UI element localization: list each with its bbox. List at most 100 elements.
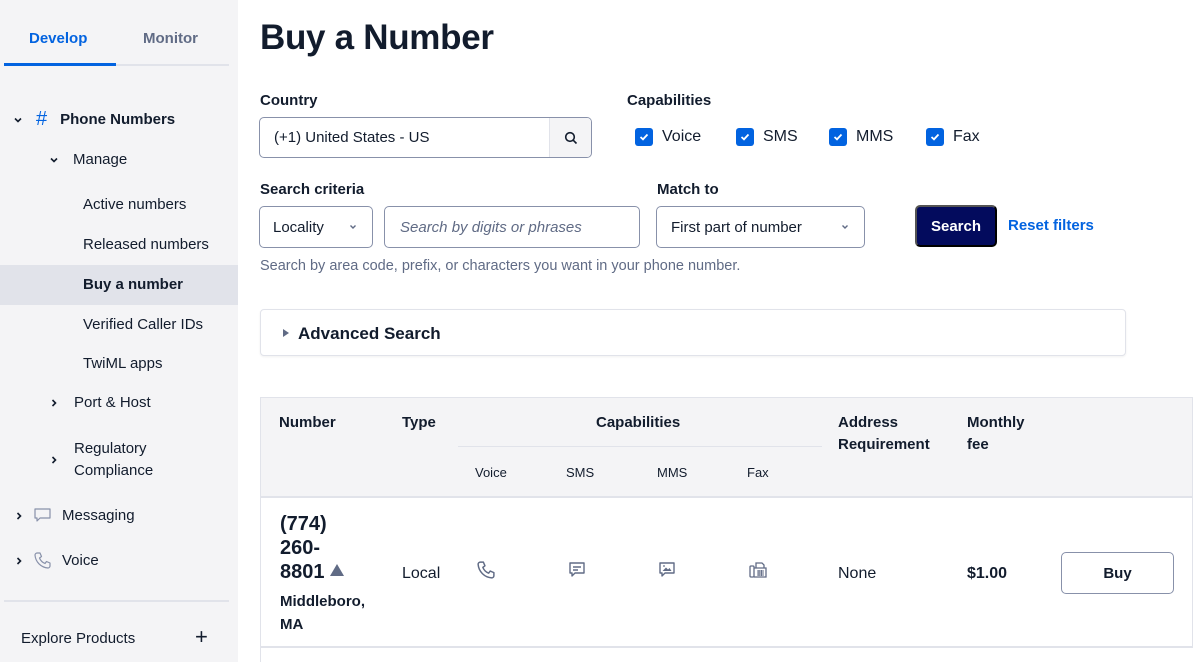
sidebar: Develop Monitor # Phone Numbers Manage A…	[0, 0, 238, 662]
numbers-table: Number Type Capabilities Voice SMS MMS F…	[260, 397, 1194, 662]
phone-icon	[476, 560, 496, 585]
digits-search-input[interactable]	[385, 207, 639, 247]
location-line-1: Middleboro,	[280, 593, 365, 610]
sidebar-item-manage[interactable]: Manage	[50, 151, 127, 168]
match-to-label: Match to	[657, 181, 719, 198]
address-requirement: None	[838, 565, 877, 582]
tab-develop[interactable]: Develop	[29, 30, 87, 47]
search-button[interactable]: Search	[915, 205, 997, 247]
search-criteria-label: Search criteria	[260, 181, 365, 198]
sidebar-item-phone-numbers[interactable]: # Phone Numbers	[14, 108, 175, 131]
country-value: (+1) United States - US	[274, 129, 430, 146]
capabilities-divider	[458, 446, 822, 447]
sms-icon	[567, 560, 587, 585]
country-label: Country	[260, 92, 318, 109]
checkmark-icon	[736, 128, 754, 146]
caret-right-icon	[283, 329, 289, 337]
label-line-2: Compliance	[74, 462, 154, 479]
chevron-down-icon	[350, 225, 356, 229]
column-header-voice: Voice	[475, 465, 507, 480]
checkmark-icon	[829, 128, 847, 146]
active-tab-indicator	[4, 63, 116, 66]
table-header: Number Type Capabilities Voice SMS MMS F…	[261, 397, 1193, 498]
hash-icon: #	[36, 108, 48, 130]
explore-products-link[interactable]: Explore Products	[21, 630, 135, 647]
match-to-select[interactable]: First part of number	[656, 206, 865, 248]
phone-icon	[33, 551, 52, 570]
checkmark-icon	[926, 128, 944, 146]
label-line-1: Regulatory	[74, 440, 147, 457]
chevron-right-icon	[51, 398, 57, 407]
tab-monitor[interactable]: Monitor	[143, 30, 198, 47]
number-line-3: 8801	[280, 561, 325, 583]
column-header-capabilities: Capabilities	[596, 414, 681, 431]
checkbox-label: MMS	[856, 128, 894, 145]
sidebar-item-port-host[interactable]: Port & Host	[50, 394, 151, 411]
chevron-right-icon	[16, 556, 22, 565]
search-icon	[564, 131, 577, 144]
chevron-down-icon	[842, 225, 848, 229]
checkbox-mms[interactable]: MMS	[829, 128, 893, 146]
sidebar-item-verified-caller-ids[interactable]: Verified Caller IDs	[83, 316, 203, 333]
sidebar-item-regulatory-compliance[interactable]: Regulatory Compliance	[50, 438, 153, 482]
sidebar-item-label: Manage	[73, 151, 128, 168]
checkbox-voice[interactable]: Voice	[635, 128, 701, 146]
location-line-2: MA	[280, 616, 304, 633]
reset-filters-link[interactable]: Reset filters	[1008, 217, 1094, 234]
match-to-value: First part of number	[671, 218, 802, 236]
search-criteria-select[interactable]: Locality	[259, 206, 373, 248]
plus-icon[interactable]: +	[195, 626, 208, 648]
advanced-search-toggle[interactable]: Advanced Search	[260, 309, 1126, 356]
sidebar-item-label: Voice	[62, 552, 99, 569]
column-header-fax: Fax	[747, 465, 769, 480]
column-header-monthly-fee: Monthly fee	[967, 412, 1025, 456]
header-line-1: Monthly	[967, 414, 1025, 431]
checkmark-icon	[635, 128, 653, 146]
advanced-search-label: Advanced Search	[298, 324, 441, 343]
sidebar-item-buy-a-number[interactable]: Buy a number	[83, 276, 183, 293]
sidebar-item-active-numbers[interactable]: Active numbers	[83, 196, 186, 213]
search-criteria-value: Locality	[273, 218, 324, 236]
chevron-right-icon	[16, 511, 22, 520]
monthly-fee: $1.00	[967, 565, 1008, 582]
number-location: Middleboro, MA	[280, 590, 380, 636]
chevron-right-icon	[51, 456, 57, 464]
sidebar-item-label: Regulatory Compliance	[74, 438, 153, 482]
phone-number: (774) 260- 8801	[280, 512, 380, 584]
sidebar-tabs: Develop Monitor	[4, 0, 229, 66]
column-header-number: Number	[279, 414, 336, 431]
checkbox-fax[interactable]: Fax	[926, 128, 980, 146]
number-line-2: 260-	[280, 537, 321, 559]
header-line-2: fee	[967, 436, 989, 453]
checkbox-sms[interactable]: SMS	[736, 128, 798, 146]
checkbox-label: SMS	[763, 128, 798, 145]
digits-search-field	[384, 206, 640, 248]
search-help-text: Search by area code, prefix, or characte…	[260, 258, 741, 274]
sidebar-item-label: Messaging	[62, 507, 135, 524]
sidebar-item-label: Phone Numbers	[60, 111, 176, 128]
column-header-type: Type	[402, 414, 436, 431]
checkbox-label: Voice	[662, 128, 702, 145]
buy-button[interactable]: Buy	[1061, 552, 1174, 594]
sidebar-divider	[4, 600, 229, 602]
sidebar-item-messaging[interactable]: Messaging	[15, 507, 135, 524]
column-header-sms: SMS	[566, 465, 595, 480]
sidebar-item-twiml-apps[interactable]: TwiML apps	[83, 355, 162, 372]
sidebar-item-voice[interactable]: Voice	[15, 551, 99, 570]
number-line-1: (774)	[280, 513, 327, 535]
table-row: (774) 260- 8801 Middleboro, MA Local Non…	[261, 498, 1193, 648]
country-search-field[interactable]: (+1) United States - US	[259, 117, 592, 158]
chevron-down-icon	[14, 117, 22, 123]
number-type: Local	[402, 565, 441, 582]
country-search-button[interactable]	[549, 118, 591, 157]
column-header-mms: MMS	[657, 465, 688, 480]
triangle-up-icon	[329, 564, 344, 576]
sidebar-item-label: Port & Host	[74, 394, 151, 411]
header-line-1: Address	[838, 414, 899, 431]
column-header-address-requirement: Address Requirement	[838, 412, 930, 456]
page-title: Buy a Number	[260, 18, 494, 57]
checkbox-label: Fax	[953, 128, 980, 145]
sidebar-item-released-numbers[interactable]: Released numbers	[83, 236, 209, 253]
fax-icon	[748, 560, 768, 585]
capabilities-label: Capabilities	[627, 92, 712, 109]
